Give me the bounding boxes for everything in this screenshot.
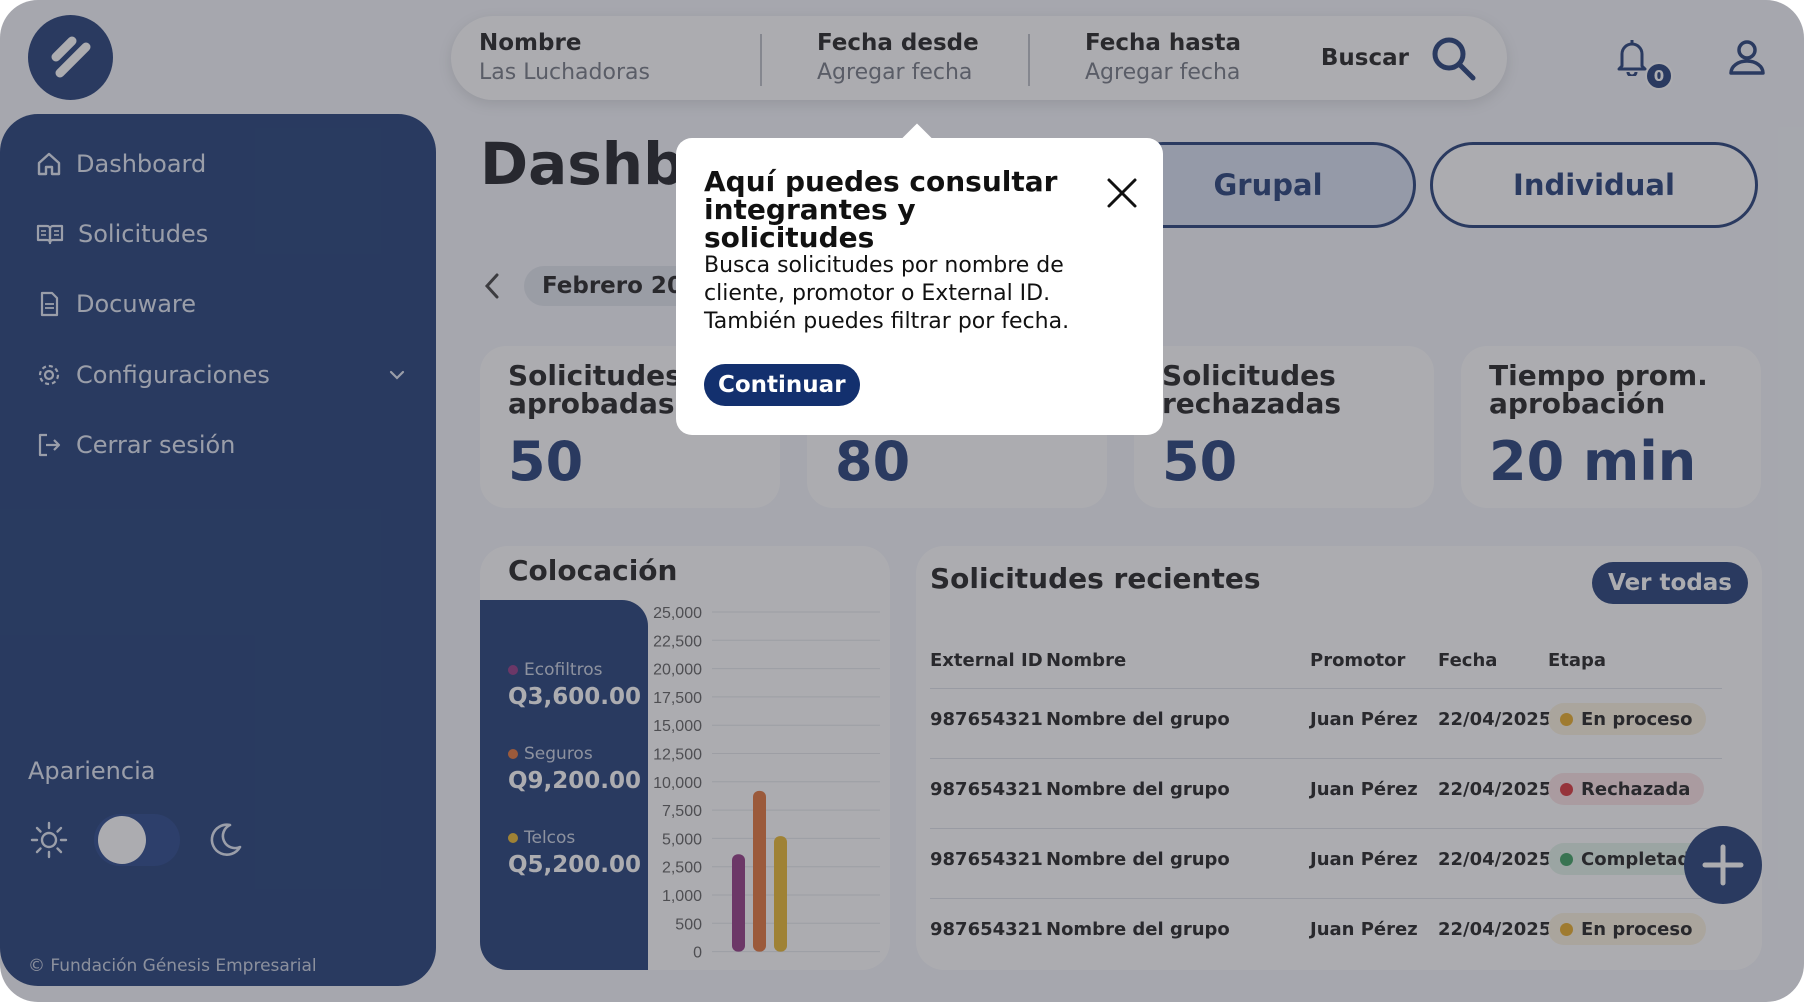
popover-title: Aquí puedes consultar integrantes y soli… — [704, 165, 1058, 254]
close-icon[interactable] — [1105, 176, 1139, 210]
continue-button[interactable]: Continuar — [704, 364, 860, 406]
onboarding-popover: Aquí puedes consultar integrantes y soli… — [676, 138, 1163, 435]
popover-body: Busca solicitudes por nombre de cliente,… — [704, 253, 1070, 334]
app-frame: Nombre Las Luchadoras Fecha desde Agrega… — [0, 0, 1804, 1002]
